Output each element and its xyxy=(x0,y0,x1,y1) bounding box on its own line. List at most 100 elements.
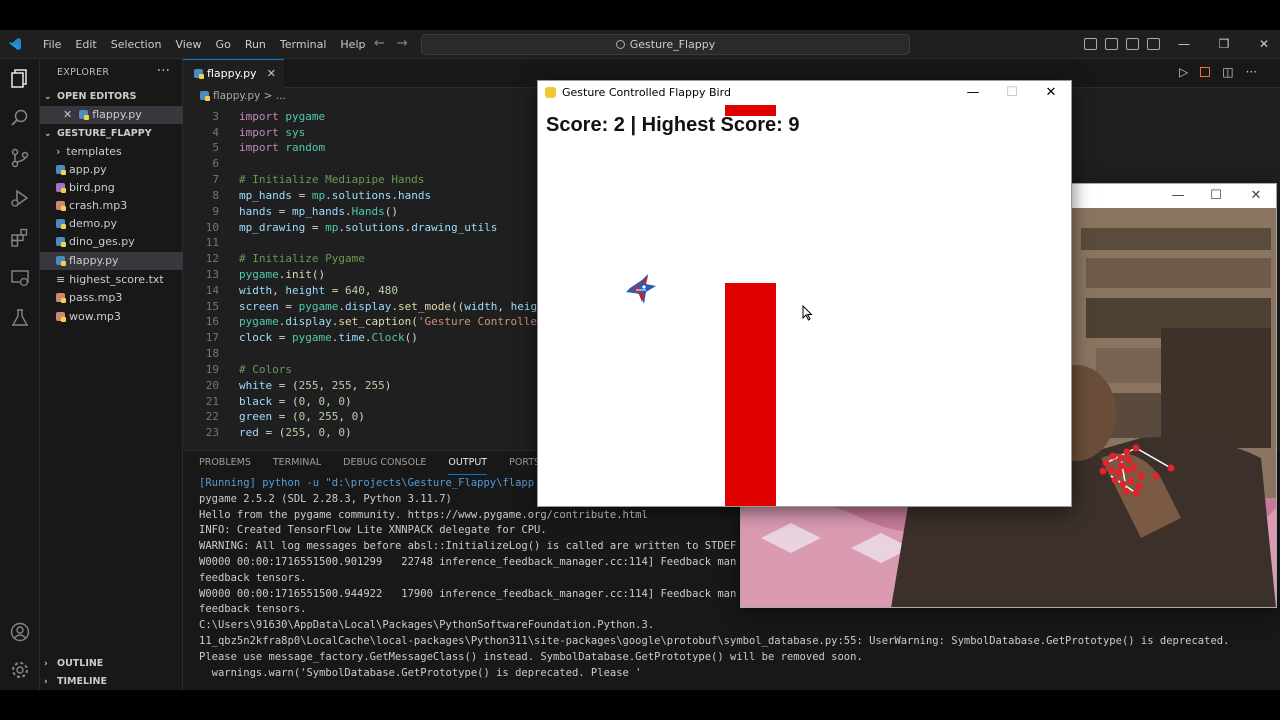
screen: File Edit Selection View Go Run Terminal… xyxy=(0,0,1280,720)
game-canvas[interactable]: Score: 2 | Highest Score: 9 xyxy=(538,105,1071,506)
file-label: dino_ges.py xyxy=(69,235,135,248)
pygame-titlebar[interactable]: Gesture Controlled Flappy Bird — ☐ ✕ xyxy=(538,81,1071,105)
more-actions-icon[interactable]: ··· xyxy=(157,63,170,79)
file-label: pass.mp3 xyxy=(69,291,123,304)
timeline-section[interactable]: › TIMELINE xyxy=(40,673,183,691)
output-line: 11_qbz5n2kfra8p0\LocalCache\local-packag… xyxy=(199,634,1230,647)
tab-debug-console[interactable]: DEBUG CONSOLE xyxy=(343,451,426,475)
settings-gear-icon[interactable] xyxy=(9,659,31,681)
tab-flappy-py[interactable]: flappy.py ✕ xyxy=(183,59,284,88)
breadcrumb-text: flappy.py > ... xyxy=(213,90,286,102)
split-editor-icon[interactable]: ◫ xyxy=(1222,65,1233,79)
back-arrow-icon[interactable]: ← xyxy=(374,36,385,51)
file-bird-png[interactable]: bird.png xyxy=(40,179,183,197)
customize-layout-icon[interactable] xyxy=(1147,38,1160,50)
run-debug-icon[interactable] xyxy=(9,187,31,209)
menu-view[interactable]: View xyxy=(168,30,208,59)
tab-ports[interactable]: PORTS xyxy=(509,451,540,475)
menu-bar: File Edit Selection View Go Run Terminal… xyxy=(36,30,372,59)
close-editor-icon[interactable]: ✕ xyxy=(63,108,72,121)
open-editors-title: OPEN EDITORS xyxy=(57,91,137,102)
menu-run[interactable]: Run xyxy=(238,30,273,59)
project-section[interactable]: ⌄ GESTURE_FLAPPY xyxy=(40,125,183,143)
menu-edit[interactable]: Edit xyxy=(68,30,103,59)
chevron-down-icon: ⌄ xyxy=(44,129,52,139)
menu-go[interactable]: Go xyxy=(209,30,238,59)
explorer-icon[interactable] xyxy=(9,67,31,89)
toggle-secondary-sidebar-icon[interactable] xyxy=(1126,38,1139,50)
audio-file-icon xyxy=(56,312,66,322)
toggle-primary-sidebar-icon[interactable] xyxy=(1084,38,1097,50)
menu-help[interactable]: Help xyxy=(333,30,372,59)
maximize-button[interactable]: ❐ xyxy=(1204,30,1244,59)
file-highest-score-txt[interactable]: ≡ highest_score.txt xyxy=(40,271,183,289)
file-label: highest_score.txt xyxy=(69,273,164,286)
outline-section[interactable]: › OUTLINE xyxy=(40,655,183,673)
pygame-close-button[interactable]: ✕ xyxy=(1032,81,1070,105)
menu-selection[interactable]: Selection xyxy=(104,30,169,59)
more-actions-icon[interactable]: ··· xyxy=(1246,65,1257,79)
folder-templates[interactable]: › templates xyxy=(40,143,183,161)
nav-arrows: ← → xyxy=(374,36,408,51)
open-editor-item[interactable]: ✕ flappy.py xyxy=(40,106,183,124)
source-control-icon[interactable] xyxy=(9,147,31,169)
webcam-maximize-button[interactable]: ☐ xyxy=(1197,184,1235,208)
search-icon[interactable] xyxy=(9,107,31,129)
extensions-icon[interactable] xyxy=(9,227,31,249)
image-file-icon xyxy=(56,183,66,193)
command-center-search[interactable]: Gesture_Flappy xyxy=(421,34,910,55)
audio-file-icon xyxy=(56,293,66,303)
code-line: 3 import pygame xyxy=(212,110,326,123)
file-demo-py[interactable]: demo.py xyxy=(40,215,183,233)
close-tab-icon[interactable]: ✕ xyxy=(267,60,276,88)
stop-icon[interactable] xyxy=(1200,67,1211,77)
testing-icon[interactable] xyxy=(9,307,31,329)
timeline-title: TIMELINE xyxy=(57,676,107,687)
python-file-icon xyxy=(200,91,210,101)
menu-terminal[interactable]: Terminal xyxy=(273,30,334,59)
webcam-minimize-button[interactable]: — xyxy=(1159,184,1197,208)
code-line: 20 white = (255, 255, 255) xyxy=(205,379,392,392)
file-crash-mp3[interactable]: crash.mp3 xyxy=(40,197,183,215)
letterbox-top xyxy=(0,0,1280,30)
project-title: GESTURE_FLAPPY xyxy=(57,128,152,139)
open-editors-section[interactable]: ⌄ OPEN EDITORS xyxy=(40,88,183,106)
code-line: 23 red = (255, 0, 0) xyxy=(205,426,352,439)
tab-terminal[interactable]: TERMINAL xyxy=(273,451,321,475)
pygame-window[interactable]: Gesture Controlled Flappy Bird — ☐ ✕ Sco… xyxy=(537,80,1072,507)
outline-title: OUTLINE xyxy=(57,658,104,669)
file-pass-mp3[interactable]: pass.mp3 xyxy=(40,289,183,307)
code-line: 4 import sys xyxy=(212,126,306,139)
chevron-right-icon: › xyxy=(44,659,48,669)
score-text: Score: 2 | Highest Score: 9 xyxy=(546,114,800,136)
webcam-close-button[interactable]: ✕ xyxy=(1237,184,1275,208)
tab-problems[interactable]: PROBLEMS xyxy=(199,451,251,475)
file-label: app.py xyxy=(69,163,107,176)
file-label: crash.mp3 xyxy=(69,199,128,212)
remote-explorer-icon[interactable] xyxy=(9,267,31,289)
code-editor[interactable]: 3 import pygame 4 import sys 5 import rando… xyxy=(183,105,538,450)
tab-output[interactable]: OUTPUT xyxy=(448,451,488,475)
output-line: warnings.warn('SymbolDatabase.GetPrototy… xyxy=(199,666,642,679)
toggle-panel-icon[interactable] xyxy=(1105,38,1118,50)
forward-arrow-icon[interactable]: → xyxy=(397,36,408,51)
file-dino-ges-py[interactable]: dino_ges.py xyxy=(40,233,183,251)
file-app-py[interactable]: app.py xyxy=(40,161,183,179)
code-line: 14 width, height = 640, 480 xyxy=(205,284,398,297)
file-label: templates xyxy=(66,145,122,158)
code-line: 7 # Initialize Mediapipe Hands xyxy=(212,173,425,186)
close-button[interactable]: ✕ xyxy=(1244,30,1280,59)
pygame-maximize-button[interactable]: ☐ xyxy=(993,81,1031,105)
breadcrumb[interactable]: flappy.py > ... xyxy=(200,90,286,102)
run-file-icon[interactable]: ▷ xyxy=(1179,65,1188,79)
pygame-minimize-button[interactable]: — xyxy=(954,81,992,105)
pygame-window-title: Gesture Controlled Flappy Bird xyxy=(562,86,731,99)
file-label: demo.py xyxy=(69,217,117,230)
menu-file[interactable]: File xyxy=(36,30,68,59)
file-wow-mp3[interactable]: wow.mp3 xyxy=(40,308,183,326)
file-flappy-py[interactable]: flappy.py xyxy=(40,252,183,270)
account-icon[interactable] xyxy=(9,621,31,643)
code-line: 9 hands = mp_hands.Hands() xyxy=(212,205,398,218)
code-line: 11 xyxy=(205,236,219,249)
minimize-button[interactable]: — xyxy=(1164,30,1204,59)
